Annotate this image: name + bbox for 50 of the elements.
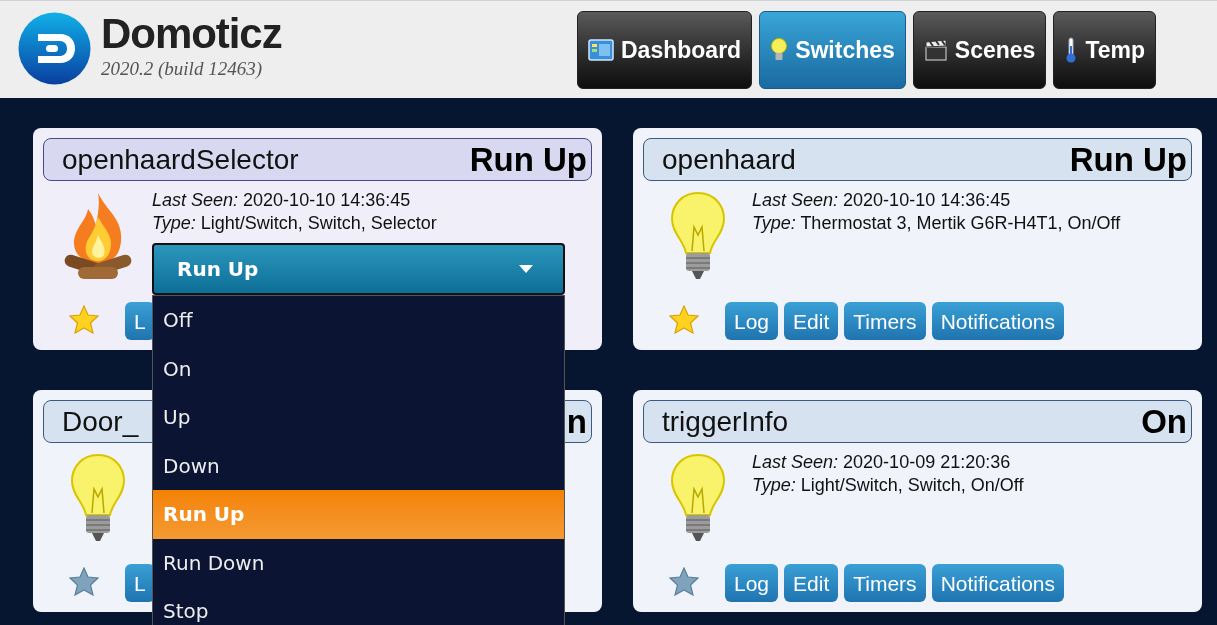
dropdown-option[interactable]: Down [153, 441, 564, 490]
device-status: Run Up [1069, 143, 1187, 176]
light-bulb-icon [669, 453, 726, 543]
dropdown-option[interactable]: On [153, 344, 564, 393]
device-action-button[interactable]: Timers [844, 564, 926, 602]
last-seen-text: Last Seen: 2020-10-09 21:20:36 [752, 451, 1012, 474]
device-name: openhaard [662, 145, 796, 174]
dashboard-icon [588, 39, 614, 61]
light-bulb-icon [69, 453, 126, 543]
last-seen-text: Last Seen: 2020-10-10 14:36:45 [752, 189, 1012, 212]
device-action-button[interactable]: Notifications [931, 564, 1064, 602]
caret-icon [519, 265, 533, 273]
last-seen-text: Last Seen: 2020-10-10 14:36:45 [152, 189, 412, 212]
nav-tab[interactable]: Temp [1053, 11, 1157, 89]
light-bulb-icon [669, 191, 726, 281]
app-title: Domoticz [101, 13, 282, 55]
device-status: Run Up [469, 143, 587, 176]
star-icon[interactable] [69, 304, 99, 334]
dropdown-option[interactable]: Off [153, 296, 564, 345]
device-type-text: Type: Thermostat 3, Mertik G6R-H4T1, On/Off [752, 212, 1121, 235]
logo-icon [18, 12, 91, 85]
device-type-text: Type: Light/Switch, Switch, On/Off [752, 474, 1024, 497]
device-status: n [566, 405, 587, 438]
device-status: On [1141, 405, 1187, 438]
device-action-button[interactable]: Log [725, 302, 779, 340]
nav-tab[interactable]: Scenes [912, 11, 1047, 89]
nav-tab[interactable]: Switches [759, 11, 906, 89]
device-action-button[interactable]: Log [725, 564, 779, 602]
device-name: triggerInfo [662, 407, 789, 436]
device-type-text: Type: Light/Switch, Switch, Selector [152, 212, 437, 235]
device-name: openhaardSelector [62, 145, 299, 174]
dropdown-option[interactable]: Run Down [153, 538, 564, 587]
device-name: Door_ [62, 407, 139, 436]
device-action-button[interactable]: Timers [844, 302, 926, 340]
star-icon[interactable] [669, 566, 699, 596]
selector-dropdown[interactable]: Run Up [152, 243, 565, 295]
device-action-button[interactable]: Notifications [931, 302, 1064, 340]
nav-tab[interactable]: Dashboard [577, 11, 753, 89]
dropdown-option[interactable]: Stop [153, 587, 564, 625]
device-action-button[interactable]: Edit [784, 564, 839, 602]
device-action-button[interactable]: L [125, 564, 155, 602]
version-text: 2020.2 (build 12463) [101, 59, 263, 78]
star-icon[interactable] [669, 304, 699, 334]
device-action-button[interactable]: Edit [784, 302, 839, 340]
dropdown-option[interactable]: Up [153, 393, 564, 442]
device-action-button[interactable]: L [125, 302, 155, 340]
dropdown-option[interactable]: Run Up [153, 490, 564, 539]
star-icon[interactable] [69, 566, 99, 596]
clapperboard-icon [923, 38, 948, 62]
bulb-icon [770, 37, 789, 63]
